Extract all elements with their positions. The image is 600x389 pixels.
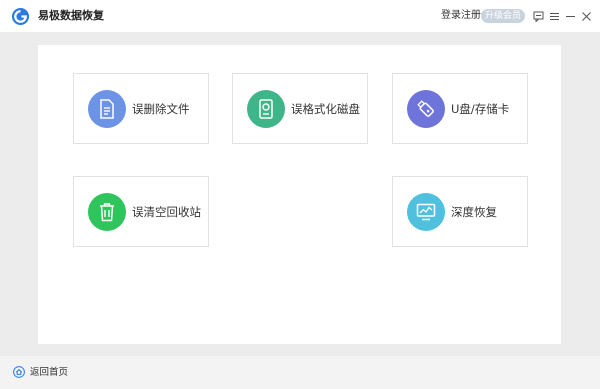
disk-icon bbox=[247, 90, 285, 128]
home-icon[interactable] bbox=[13, 366, 25, 378]
option-emptied-recycle-bin[interactable]: 误清空回收站 bbox=[73, 176, 209, 247]
footer-bar bbox=[0, 356, 600, 389]
option-usb-sd-card[interactable]: U盘/存储卡 bbox=[392, 73, 528, 144]
app-title: 易极数据恢复 bbox=[38, 9, 104, 22]
document-icon bbox=[88, 90, 126, 128]
usb-icon bbox=[407, 90, 445, 128]
title-bar: 易极数据恢复 登录注册 升级会员 bbox=[0, 0, 600, 32]
monitor-chart-icon bbox=[407, 193, 445, 231]
option-label: 误格式化磁盘 bbox=[291, 102, 360, 116]
option-deep-recovery[interactable]: 深度恢复 bbox=[392, 176, 528, 247]
option-label: 深度恢复 bbox=[451, 205, 497, 219]
option-formatted-disk[interactable]: 误格式化磁盘 bbox=[232, 73, 368, 144]
close-icon[interactable] bbox=[579, 8, 593, 24]
main-panel: 误删除文件 误格式化磁盘 U盘/存储卡 误清空回收站 深度恢复 bbox=[38, 45, 561, 344]
minimize-icon[interactable] bbox=[563, 8, 577, 24]
option-label: U盘/存储卡 bbox=[451, 102, 510, 116]
feedback-icon[interactable] bbox=[531, 8, 545, 24]
recovery-logo-icon bbox=[11, 7, 30, 26]
menu-icon[interactable] bbox=[547, 8, 561, 24]
option-label: 误清空回收站 bbox=[132, 205, 201, 219]
login-register-link[interactable]: 登录注册 bbox=[441, 9, 481, 23]
trash-icon bbox=[88, 193, 126, 231]
upgrade-member-button[interactable]: 升级会员 bbox=[481, 9, 525, 23]
back-to-home-link[interactable]: 返回首页 bbox=[30, 366, 68, 379]
option-deleted-files[interactable]: 误删除文件 bbox=[73, 73, 209, 144]
option-label: 误删除文件 bbox=[132, 102, 190, 116]
